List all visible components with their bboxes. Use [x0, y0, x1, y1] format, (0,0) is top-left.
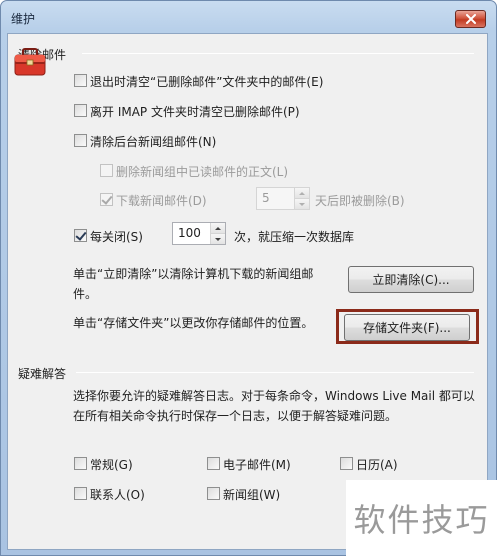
troubleshoot-section-heading: 疑难解答 — [18, 367, 67, 381]
label-log-contacts[interactable]: 联系人(O) — [90, 486, 145, 503]
label-log-newsgroups[interactable]: 新闻组(W) — [223, 486, 280, 503]
days-up-button[interactable] — [295, 188, 309, 199]
arrow-up-icon — [299, 191, 305, 195]
label-delete-read-bodies[interactable]: 删除新闻组中已读邮件的正文(L) — [116, 163, 288, 180]
clean-section-separator — [82, 53, 474, 54]
watermark: 软件技巧 — [346, 480, 497, 556]
clean-now-description: 单击“立即清除”以清除计算机下载的新闻组邮件。 — [73, 267, 314, 301]
label-log-general[interactable]: 常规(G) — [90, 456, 133, 473]
days-stepper-arrows — [294, 188, 309, 209]
checkbox-compact-on-close[interactable] — [74, 229, 87, 242]
checkbox-log-contacts[interactable] — [74, 487, 87, 500]
toolbox-icon — [14, 48, 46, 76]
compact-down-button[interactable] — [211, 234, 225, 244]
checkbox-log-email[interactable] — [207, 457, 220, 470]
close-icon — [465, 14, 476, 24]
arrow-down-icon — [299, 202, 305, 206]
days-stepper[interactable]: 5 — [256, 187, 310, 210]
compact-count-stepper[interactable]: 100 — [172, 222, 226, 245]
checkbox-log-calendar[interactable] — [340, 457, 353, 470]
compact-count-value[interactable]: 100 — [173, 223, 210, 244]
clean-now-button[interactable]: 立即清除(C)... — [348, 266, 474, 293]
days-down-button[interactable] — [295, 199, 309, 209]
compact-up-button[interactable] — [211, 223, 225, 234]
checkbox-log-newsgroups[interactable] — [207, 487, 220, 500]
label-download-news-messages[interactable]: 下载新闻邮件(D) — [116, 192, 207, 209]
title-bar[interactable]: 维护 — [1, 1, 496, 35]
label-purge-imap-deleted[interactable]: 离开 IMAP 文件夹时清空已删除邮件(P) — [90, 103, 300, 120]
label-purge-background-newsgroup[interactable]: 清除后台新闻组邮件(N) — [90, 133, 216, 150]
arrow-down-icon — [215, 237, 221, 241]
checkbox-download-news-messages[interactable] — [100, 193, 113, 206]
label-compact-suffix: 次，就压缩一次数据库 — [234, 230, 355, 244]
checkbox-purge-imap-deleted[interactable] — [74, 104, 87, 117]
troubleshoot-section-separator — [76, 372, 474, 373]
window-title: 维护 — [11, 12, 36, 26]
days-value[interactable]: 5 — [257, 188, 294, 209]
label-days-suffix: 天后即被删除(B) — [315, 194, 405, 208]
arrow-up-icon — [215, 226, 221, 230]
checkbox-purge-background-newsgroup[interactable] — [74, 134, 87, 147]
troubleshoot-description: 选择你要允许的疑难解答日志。对于每条命令，Windows Live Mail 都… — [73, 389, 475, 423]
label-log-calendar[interactable]: 日历(A) — [356, 456, 398, 473]
label-log-email[interactable]: 电子邮件(M) — [223, 456, 291, 473]
store-folder-button[interactable]: 存储文件夹(F)... — [344, 314, 470, 341]
checkbox-delete-read-bodies[interactable] — [100, 164, 113, 177]
checkbox-log-general[interactable] — [74, 457, 87, 470]
watermark-text: 软件技巧 — [353, 501, 490, 539]
label-compact-on-close[interactable]: 每关闭(S) — [90, 228, 143, 245]
compact-stepper-arrows — [210, 223, 225, 244]
label-empty-deleted-on-exit[interactable]: 退出时清空“已删除邮件”文件夹中的邮件(E) — [90, 73, 323, 90]
close-button[interactable] — [455, 10, 486, 28]
store-folder-description: 单击“存储文件夹”以更改你存储邮件的位置。 — [73, 316, 314, 330]
checkbox-empty-deleted-on-exit[interactable] — [74, 74, 87, 87]
